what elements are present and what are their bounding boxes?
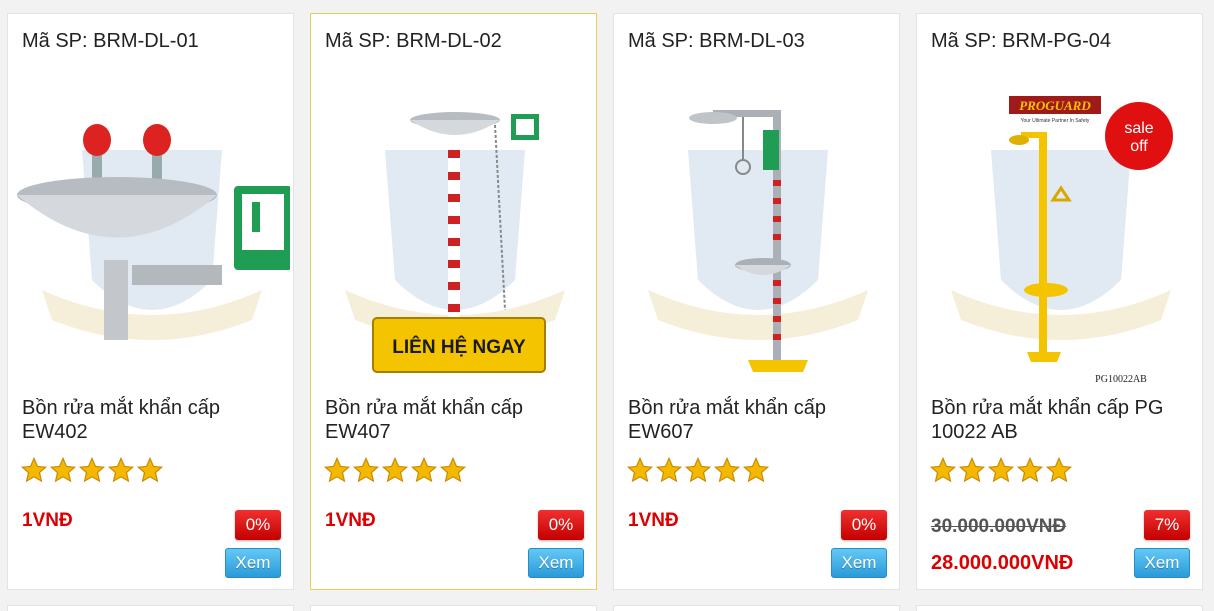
product-name[interactable]: Bồn rửa mắt khẩn cấp EW407 [325, 396, 587, 444]
product-sku: Mã SP: BRM-DL-02 [325, 30, 502, 52]
eye-wash-basin-image [17, 124, 290, 340]
product-card[interactable]: Mã SP: BRM-DL-02 LIÊN HỆ NGAY Bồn rửa mắ… [310, 13, 597, 590]
star-icon [713, 456, 741, 483]
star-icon [323, 456, 351, 483]
star-icon [684, 456, 712, 483]
star-icon [381, 456, 409, 483]
product-card[interactable]: Mã SP: BRM-DL-03 Bồn rửa mắt khẩn cấp EW… [613, 13, 900, 590]
product-image[interactable]: PROGUARD Your Ultimate Partner In Safety… [921, 80, 1199, 392]
star-icon [929, 456, 957, 483]
rating-stars [626, 456, 770, 484]
sale-badge-line1: sale [1124, 120, 1153, 137]
brand-tagline: Your Ultimate Partner In Safety [1021, 118, 1090, 124]
sale-badge-line2: off [1130, 138, 1148, 155]
product-price: 1VNĐ [325, 510, 376, 531]
product-card[interactable]: Mã SP: BRM-DL-01 Bồn rửa mắt khẩn cấp EW… [7, 13, 294, 590]
product-price: 1VNĐ [22, 510, 73, 531]
sale-price: 28.000.000VNĐ [931, 552, 1074, 574]
star-icon [136, 456, 164, 483]
product-sku: Mã SP: BRM-PG-04 [931, 30, 1112, 52]
star-icon [107, 456, 135, 483]
yellow-shower-station-image: PROGUARD Your Ultimate Partner In Safety… [951, 96, 1173, 385]
discount-badge: 0% [538, 510, 584, 540]
product-name[interactable]: Bồn rửa mắt khẩn cấp EW402 [22, 396, 284, 444]
original-price: 30.000.000VNĐ [931, 516, 1067, 537]
contact-now-label: LIÊN HỆ NGAY [392, 336, 526, 358]
product-image[interactable]: LIÊN HỆ NGAY [315, 80, 593, 392]
star-icon [987, 456, 1015, 483]
rating-stars [929, 456, 1073, 484]
star-icon [410, 456, 438, 483]
view-button[interactable]: Xem [831, 548, 887, 578]
product-card-partial [916, 605, 1203, 611]
product-image[interactable] [12, 80, 290, 392]
product-name[interactable]: Bồn rửa mắt khẩn cấp EW607 [628, 396, 890, 444]
star-icon [626, 456, 654, 483]
eye-wash-shower-image [648, 110, 868, 372]
rating-stars [20, 456, 164, 484]
star-icon [78, 456, 106, 483]
view-button[interactable]: Xem [1134, 548, 1190, 578]
view-button[interactable]: Xem [225, 548, 281, 578]
eye-wash-pedestal-image: LIÊN HỆ NGAY [345, 112, 565, 373]
view-button[interactable]: Xem [528, 548, 584, 578]
product-card-partial [613, 605, 900, 611]
discount-badge: 7% [1144, 510, 1190, 540]
star-icon [49, 456, 77, 483]
rating-stars [323, 456, 467, 484]
star-icon [20, 456, 48, 483]
star-icon [439, 456, 467, 483]
product-image[interactable] [618, 80, 896, 392]
product-price: 1VNĐ [628, 510, 679, 531]
product-card-partial [7, 605, 294, 611]
star-icon [1045, 456, 1073, 483]
product-sku: Mã SP: BRM-DL-01 [22, 30, 199, 52]
product-sku: Mã SP: BRM-DL-03 [628, 30, 805, 52]
star-icon [1016, 456, 1044, 483]
model-caption: PG10022AB [1095, 374, 1147, 385]
discount-badge: 0% [841, 510, 887, 540]
star-icon [655, 456, 683, 483]
star-icon [742, 456, 770, 483]
brand-logo: PROGUARD [1019, 98, 1091, 113]
star-icon [352, 456, 380, 483]
product-name[interactable]: Bồn rửa mắt khẩn cấp PG 10022 AB [931, 396, 1193, 444]
product-card[interactable]: Mã SP: BRM-PG-04 PROGUARD Your Ultimate … [916, 13, 1203, 590]
discount-badge: 0% [235, 510, 281, 540]
star-icon [958, 456, 986, 483]
product-card-partial [310, 605, 597, 611]
